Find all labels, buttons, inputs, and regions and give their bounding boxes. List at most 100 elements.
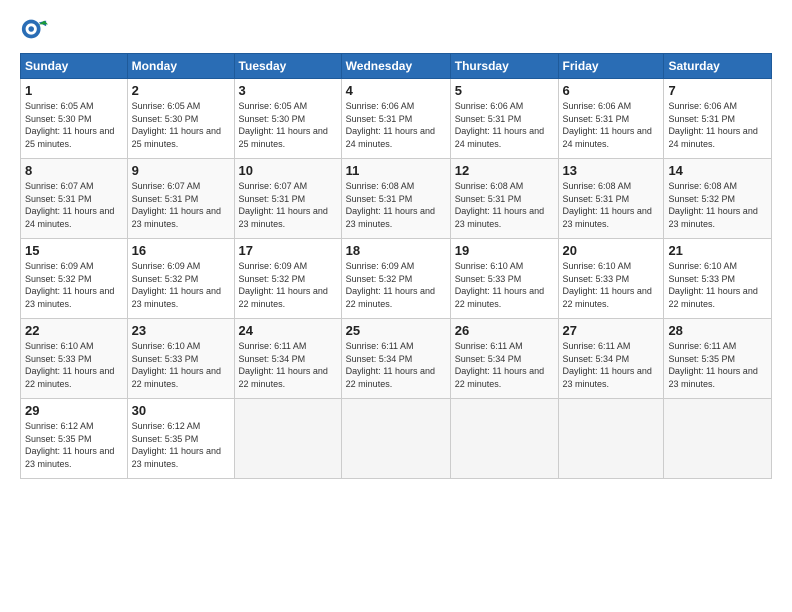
day-number: 12 — [455, 163, 554, 178]
day-number: 9 — [132, 163, 230, 178]
day-info: Sunrise: 6:11 AMSunset: 5:35 PMDaylight:… — [668, 341, 757, 389]
day-number: 21 — [668, 243, 767, 258]
day-header: Friday — [558, 54, 664, 79]
day-number: 5 — [455, 83, 554, 98]
calendar-cell: 9 Sunrise: 6:07 AMSunset: 5:31 PMDayligh… — [127, 159, 234, 239]
day-info: Sunrise: 6:12 AMSunset: 5:35 PMDaylight:… — [132, 421, 221, 469]
day-info: Sunrise: 6:09 AMSunset: 5:32 PMDaylight:… — [239, 261, 328, 309]
day-info: Sunrise: 6:08 AMSunset: 5:31 PMDaylight:… — [563, 181, 652, 229]
calendar-cell: 28 Sunrise: 6:11 AMSunset: 5:35 PMDaylig… — [664, 319, 772, 399]
logo — [20, 15, 52, 43]
day-info: Sunrise: 6:05 AMSunset: 5:30 PMDaylight:… — [132, 101, 221, 149]
day-number: 26 — [455, 323, 554, 338]
day-info: Sunrise: 6:08 AMSunset: 5:32 PMDaylight:… — [668, 181, 757, 229]
calendar-cell — [450, 399, 558, 479]
day-number: 8 — [25, 163, 123, 178]
header — [20, 15, 772, 43]
day-info: Sunrise: 6:09 AMSunset: 5:32 PMDaylight:… — [132, 261, 221, 309]
calendar-cell: 13 Sunrise: 6:08 AMSunset: 5:31 PMDaylig… — [558, 159, 664, 239]
day-info: Sunrise: 6:09 AMSunset: 5:32 PMDaylight:… — [25, 261, 114, 309]
day-header: Sunday — [21, 54, 128, 79]
calendar-cell: 23 Sunrise: 6:10 AMSunset: 5:33 PMDaylig… — [127, 319, 234, 399]
calendar-cell — [664, 399, 772, 479]
day-number: 15 — [25, 243, 123, 258]
day-number: 16 — [132, 243, 230, 258]
day-info: Sunrise: 6:10 AMSunset: 5:33 PMDaylight:… — [455, 261, 544, 309]
day-number: 20 — [563, 243, 660, 258]
day-info: Sunrise: 6:08 AMSunset: 5:31 PMDaylight:… — [346, 181, 435, 229]
calendar-cell: 15 Sunrise: 6:09 AMSunset: 5:32 PMDaylig… — [21, 239, 128, 319]
day-info: Sunrise: 6:08 AMSunset: 5:31 PMDaylight:… — [455, 181, 544, 229]
calendar-page: SundayMondayTuesdayWednesdayThursdayFrid… — [0, 0, 792, 612]
week-row: 29 Sunrise: 6:12 AMSunset: 5:35 PMDaylig… — [21, 399, 772, 479]
calendar-cell: 25 Sunrise: 6:11 AMSunset: 5:34 PMDaylig… — [341, 319, 450, 399]
day-number: 17 — [239, 243, 337, 258]
calendar-cell: 22 Sunrise: 6:10 AMSunset: 5:33 PMDaylig… — [21, 319, 128, 399]
day-info: Sunrise: 6:05 AMSunset: 5:30 PMDaylight:… — [25, 101, 114, 149]
day-info: Sunrise: 6:11 AMSunset: 5:34 PMDaylight:… — [455, 341, 544, 389]
day-number: 6 — [563, 83, 660, 98]
day-header: Tuesday — [234, 54, 341, 79]
day-number: 29 — [25, 403, 123, 418]
calendar-cell: 27 Sunrise: 6:11 AMSunset: 5:34 PMDaylig… — [558, 319, 664, 399]
calendar-cell: 12 Sunrise: 6:08 AMSunset: 5:31 PMDaylig… — [450, 159, 558, 239]
day-header: Saturday — [664, 54, 772, 79]
calendar-cell: 16 Sunrise: 6:09 AMSunset: 5:32 PMDaylig… — [127, 239, 234, 319]
week-row: 8 Sunrise: 6:07 AMSunset: 5:31 PMDayligh… — [21, 159, 772, 239]
day-number: 28 — [668, 323, 767, 338]
calendar-cell: 21 Sunrise: 6:10 AMSunset: 5:33 PMDaylig… — [664, 239, 772, 319]
calendar-cell: 20 Sunrise: 6:10 AMSunset: 5:33 PMDaylig… — [558, 239, 664, 319]
calendar-cell — [341, 399, 450, 479]
calendar-cell: 3 Sunrise: 6:05 AMSunset: 5:30 PMDayligh… — [234, 79, 341, 159]
day-number: 1 — [25, 83, 123, 98]
day-info: Sunrise: 6:07 AMSunset: 5:31 PMDaylight:… — [239, 181, 328, 229]
day-number: 2 — [132, 83, 230, 98]
day-number: 19 — [455, 243, 554, 258]
calendar-cell: 26 Sunrise: 6:11 AMSunset: 5:34 PMDaylig… — [450, 319, 558, 399]
calendar-cell: 2 Sunrise: 6:05 AMSunset: 5:30 PMDayligh… — [127, 79, 234, 159]
calendar-cell: 1 Sunrise: 6:05 AMSunset: 5:30 PMDayligh… — [21, 79, 128, 159]
day-info: Sunrise: 6:07 AMSunset: 5:31 PMDaylight:… — [132, 181, 221, 229]
calendar-cell — [558, 399, 664, 479]
day-info: Sunrise: 6:07 AMSunset: 5:31 PMDaylight:… — [25, 181, 114, 229]
day-info: Sunrise: 6:11 AMSunset: 5:34 PMDaylight:… — [346, 341, 435, 389]
day-number: 23 — [132, 323, 230, 338]
calendar-cell — [234, 399, 341, 479]
day-header: Thursday — [450, 54, 558, 79]
day-info: Sunrise: 6:06 AMSunset: 5:31 PMDaylight:… — [346, 101, 435, 149]
day-header: Monday — [127, 54, 234, 79]
calendar-cell: 24 Sunrise: 6:11 AMSunset: 5:34 PMDaylig… — [234, 319, 341, 399]
day-number: 30 — [132, 403, 230, 418]
day-number: 13 — [563, 163, 660, 178]
day-info: Sunrise: 6:06 AMSunset: 5:31 PMDaylight:… — [563, 101, 652, 149]
calendar-cell: 30 Sunrise: 6:12 AMSunset: 5:35 PMDaylig… — [127, 399, 234, 479]
day-info: Sunrise: 6:10 AMSunset: 5:33 PMDaylight:… — [25, 341, 114, 389]
calendar-cell: 17 Sunrise: 6:09 AMSunset: 5:32 PMDaylig… — [234, 239, 341, 319]
day-info: Sunrise: 6:11 AMSunset: 5:34 PMDaylight:… — [563, 341, 652, 389]
day-number: 22 — [25, 323, 123, 338]
day-info: Sunrise: 6:10 AMSunset: 5:33 PMDaylight:… — [563, 261, 652, 309]
calendar-cell: 4 Sunrise: 6:06 AMSunset: 5:31 PMDayligh… — [341, 79, 450, 159]
day-info: Sunrise: 6:10 AMSunset: 5:33 PMDaylight:… — [668, 261, 757, 309]
week-row: 1 Sunrise: 6:05 AMSunset: 5:30 PMDayligh… — [21, 79, 772, 159]
day-number: 3 — [239, 83, 337, 98]
day-number: 14 — [668, 163, 767, 178]
calendar-cell: 10 Sunrise: 6:07 AMSunset: 5:31 PMDaylig… — [234, 159, 341, 239]
day-info: Sunrise: 6:06 AMSunset: 5:31 PMDaylight:… — [668, 101, 757, 149]
day-info: Sunrise: 6:12 AMSunset: 5:35 PMDaylight:… — [25, 421, 114, 469]
calendar-cell: 11 Sunrise: 6:08 AMSunset: 5:31 PMDaylig… — [341, 159, 450, 239]
day-number: 25 — [346, 323, 446, 338]
day-number: 11 — [346, 163, 446, 178]
calendar-cell: 7 Sunrise: 6:06 AMSunset: 5:31 PMDayligh… — [664, 79, 772, 159]
calendar-cell: 14 Sunrise: 6:08 AMSunset: 5:32 PMDaylig… — [664, 159, 772, 239]
logo-icon — [20, 15, 48, 43]
calendar-cell: 6 Sunrise: 6:06 AMSunset: 5:31 PMDayligh… — [558, 79, 664, 159]
day-info: Sunrise: 6:05 AMSunset: 5:30 PMDaylight:… — [239, 101, 328, 149]
calendar-cell: 8 Sunrise: 6:07 AMSunset: 5:31 PMDayligh… — [21, 159, 128, 239]
day-number: 18 — [346, 243, 446, 258]
calendar-cell: 5 Sunrise: 6:06 AMSunset: 5:31 PMDayligh… — [450, 79, 558, 159]
day-number: 10 — [239, 163, 337, 178]
day-info: Sunrise: 6:11 AMSunset: 5:34 PMDaylight:… — [239, 341, 328, 389]
day-number: 7 — [668, 83, 767, 98]
header-row: SundayMondayTuesdayWednesdayThursdayFrid… — [21, 54, 772, 79]
